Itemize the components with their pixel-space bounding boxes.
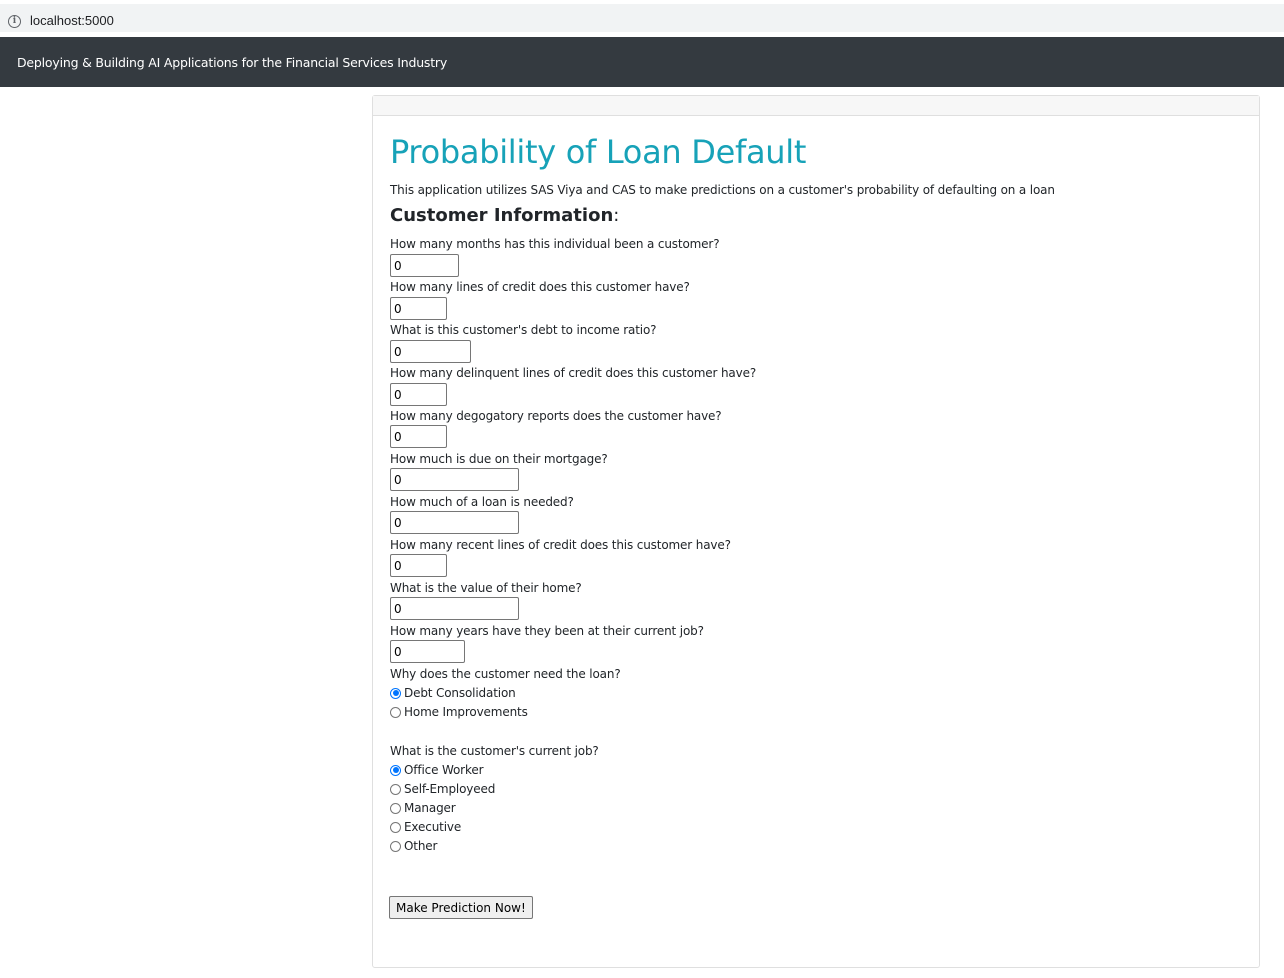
question-label: How many delinquent lines of credit does… — [390, 366, 757, 380]
radio-option-office-worker[interactable]: Office Worker — [390, 763, 484, 777]
radio-option-home-improvements[interactable]: Home Improvements — [390, 705, 528, 719]
radio-button[interactable] — [390, 840, 401, 852]
question-label: How many lines of credit does this custo… — [390, 280, 690, 294]
question-label: How many degogatory reports does the cus… — [390, 409, 722, 423]
reason-question-label: Why does the customer need the loan? — [390, 667, 621, 681]
card-header — [373, 96, 1259, 116]
debt-income-ratio-input[interactable] — [390, 340, 471, 363]
radio-option-manager[interactable]: Manager — [390, 801, 456, 815]
top-navbar: Deploying & Building AI Applications for… — [0, 37, 1284, 87]
question-label: How many years have they been at their c… — [390, 624, 704, 638]
delinquent-lines-input[interactable] — [390, 383, 447, 406]
radio-label: Executive — [404, 820, 462, 834]
section-title-text: Customer Information — [390, 205, 614, 226]
question-label: How many recent lines of credit does thi… — [390, 538, 731, 552]
url-field[interactable]: i localhost:5000 — [0, 4, 1284, 32]
radio-option-debt-consolidation[interactable]: Debt Consolidation — [390, 686, 516, 700]
radio-button[interactable] — [390, 706, 401, 718]
question-label: How many months has this individual been… — [390, 237, 720, 251]
section-title-colon: : — [613, 205, 620, 226]
radio-option-executive[interactable]: Executive — [390, 820, 461, 834]
radio-label: Self-Employeed — [404, 782, 496, 796]
question-label: How much of a loan is needed? — [390, 495, 574, 509]
recent-credit-lines-input[interactable] — [390, 554, 447, 577]
years-at-job-input[interactable] — [390, 640, 465, 663]
radio-label: Debt Consolidation — [404, 686, 516, 700]
section-title: Customer Information: — [390, 205, 619, 226]
navbar-brand[interactable]: Deploying & Building AI Applications for… — [17, 55, 447, 70]
radio-label: Office Worker — [404, 763, 484, 777]
question-label: How much is due on their mortgage? — [390, 452, 608, 466]
mortgage-due-input[interactable] — [390, 468, 519, 491]
page-title: Probability of Loan Default — [390, 133, 807, 171]
loan-amount-input[interactable] — [390, 511, 519, 534]
radio-label: Other — [404, 839, 438, 853]
info-icon[interactable]: i — [8, 15, 21, 28]
customer-months-input[interactable] — [390, 254, 459, 277]
radio-button[interactable] — [390, 783, 401, 795]
page-subtitle: This application utilizes SAS Viya and C… — [390, 183, 1055, 197]
question-label: What is the value of their home? — [390, 581, 582, 595]
url-text[interactable]: localhost:5000 — [30, 13, 114, 28]
radio-option-self-employed[interactable]: Self-Employeed — [390, 782, 495, 796]
job-question-label: What is the customer's current job? — [390, 744, 599, 758]
radio-button[interactable] — [390, 821, 401, 833]
radio-label: Home Improvements — [404, 705, 528, 719]
derogatory-reports-input[interactable] — [390, 425, 447, 448]
home-value-input[interactable] — [390, 597, 519, 620]
radio-button[interactable] — [390, 764, 401, 776]
form-card: Probability of Loan Default This applica… — [372, 95, 1260, 968]
credit-lines-input[interactable] — [390, 297, 447, 320]
radio-button[interactable] — [390, 687, 401, 699]
radio-option-other[interactable]: Other — [390, 839, 437, 853]
radio-label: Manager — [404, 801, 456, 815]
make-prediction-button[interactable]: Make Prediction Now! — [389, 896, 533, 919]
browser-address-bar: i localhost:5000 — [0, 0, 1284, 37]
radio-button[interactable] — [390, 802, 401, 814]
question-label: What is this customer's debt to income r… — [390, 323, 657, 337]
